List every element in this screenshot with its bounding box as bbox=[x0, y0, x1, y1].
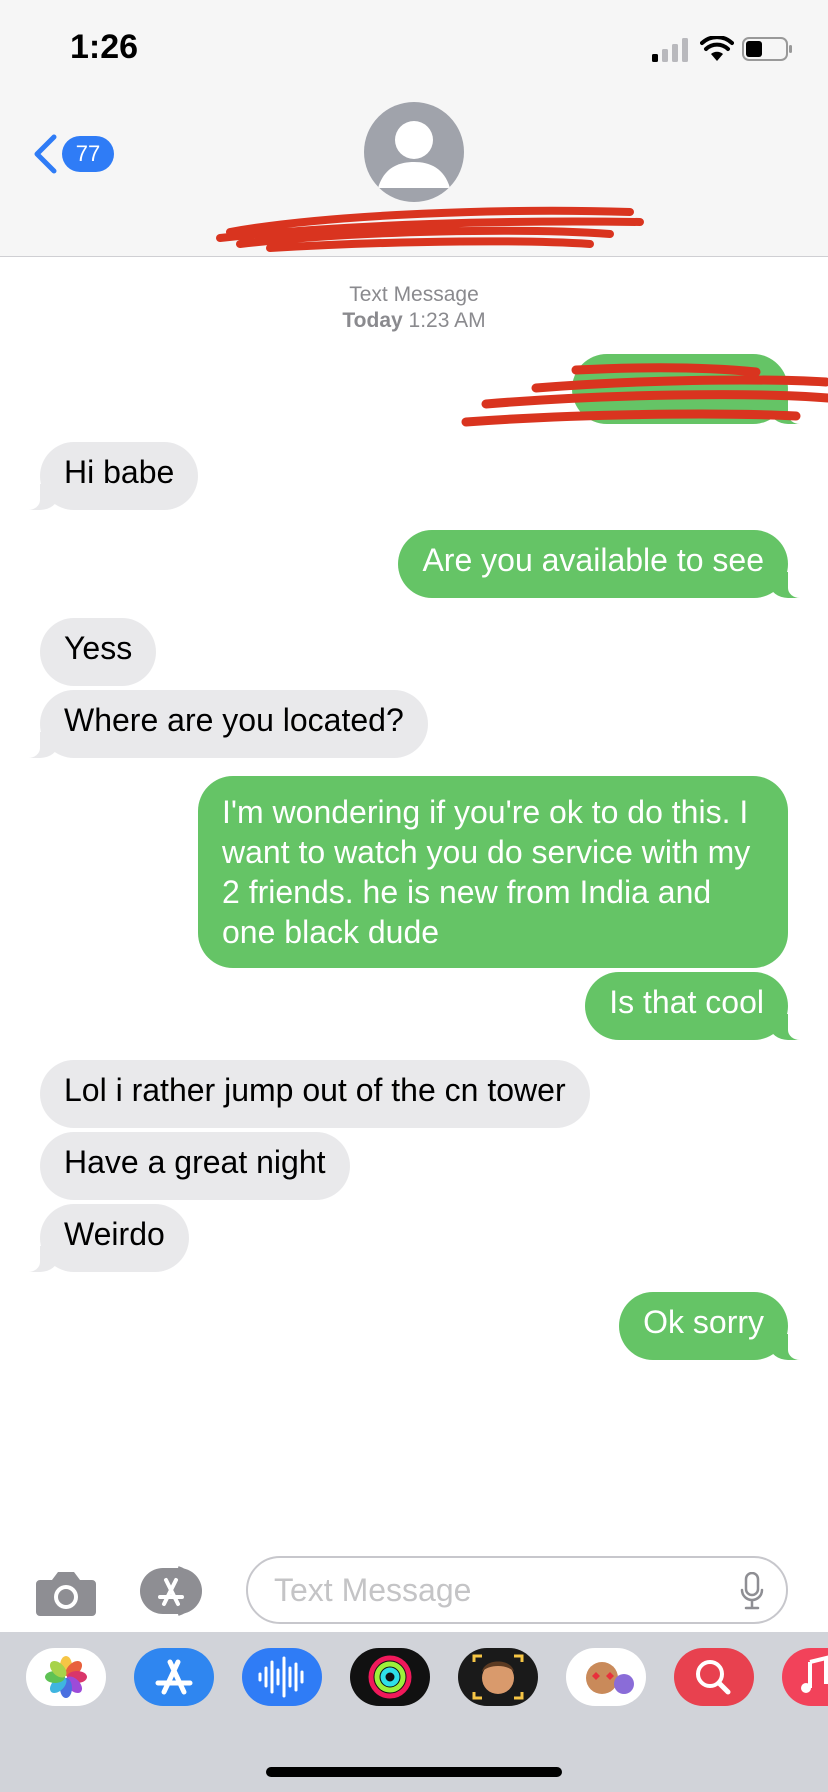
message-bubble-incoming[interactable]: Where are you located? bbox=[20, 690, 428, 758]
message-bubble-outgoing[interactable]: I'm wondering if you're ok to do this. I… bbox=[198, 776, 788, 968]
text-field-placeholder: Text Message bbox=[274, 1572, 472, 1608]
message-bubble-incoming[interactable]: Hi babe bbox=[19, 442, 199, 510]
cellular-signal-icon bbox=[652, 38, 688, 62]
home-indicator[interactable] bbox=[266, 1767, 562, 1777]
message-bubble-outgoing[interactable]: Ok sorry bbox=[619, 1292, 808, 1360]
photos-icon[interactable] bbox=[26, 1648, 106, 1706]
timestamp-time: 1:23 AM bbox=[408, 309, 486, 332]
contact-avatar[interactable] bbox=[364, 102, 464, 202]
person-icon bbox=[378, 121, 450, 188]
microphone-icon[interactable] bbox=[740, 1572, 764, 1610]
camera-icon[interactable] bbox=[34, 1568, 98, 1618]
battery-icon bbox=[742, 37, 792, 61]
message-bubble-incoming[interactable]: Lol i rather jump out of the cn tower bbox=[40, 1060, 590, 1128]
message-text-field[interactable]: Text Message bbox=[246, 1556, 788, 1624]
message-composer: Text Message bbox=[0, 1540, 828, 1630]
app-store-button-icon[interactable] bbox=[138, 1566, 214, 1616]
contact-name[interactable] bbox=[214, 198, 644, 238]
timestamp-day: Today bbox=[342, 309, 403, 332]
message-bubble-incoming[interactable]: Yess bbox=[40, 618, 157, 686]
chevron-left-icon bbox=[34, 134, 57, 174]
memoji-stickers-icon[interactable] bbox=[566, 1648, 646, 1706]
message-bubble-outgoing-redacted[interactable] bbox=[572, 354, 808, 424]
wifi-icon bbox=[700, 36, 734, 61]
unread-count-badge: 77 bbox=[62, 136, 114, 172]
memoji-icon[interactable] bbox=[458, 1648, 538, 1706]
web-search-icon[interactable] bbox=[674, 1648, 754, 1706]
conversation-header: 77 bbox=[0, 90, 828, 257]
thread-timestamp: Text Message Today 1:23 AM bbox=[0, 282, 828, 334]
timestamp-line: Today 1:23 AM bbox=[0, 308, 828, 334]
app-store-icon[interactable] bbox=[134, 1648, 214, 1706]
message-bubble-outgoing[interactable]: Are you available to see bbox=[398, 530, 808, 598]
service-label: Text Message bbox=[349, 283, 479, 306]
status-time: 1:26 bbox=[70, 28, 139, 66]
music-icon[interactable] bbox=[782, 1648, 828, 1706]
status-bar: 1:26 bbox=[0, 0, 828, 90]
message-bubble-outgoing[interactable]: Is that cool bbox=[585, 972, 808, 1040]
activity-icon[interactable] bbox=[350, 1648, 430, 1706]
back-button[interactable]: 77 bbox=[32, 130, 122, 178]
audio-message-icon[interactable] bbox=[242, 1648, 322, 1706]
message-bubble-incoming[interactable]: Weirdo bbox=[20, 1204, 189, 1272]
message-bubble-incoming[interactable]: Have a great night bbox=[40, 1132, 350, 1200]
